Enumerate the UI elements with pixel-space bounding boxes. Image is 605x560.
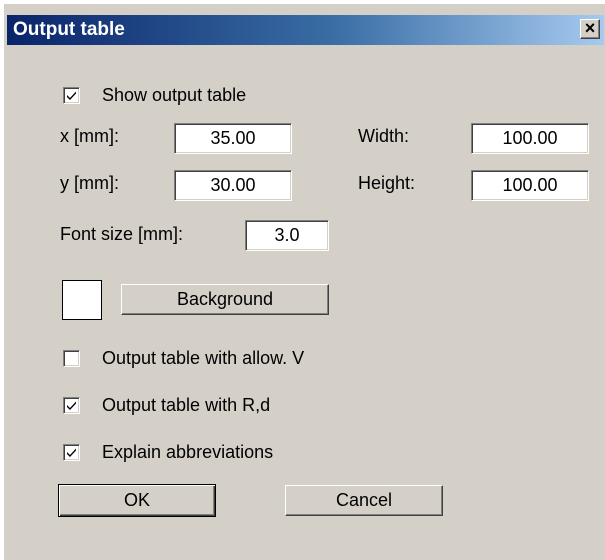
output-table-allow-v-checkbox[interactable] [63, 350, 80, 367]
font-size-label: Font size [mm]: [60, 224, 184, 244]
close-icon: × [584, 18, 596, 38]
height-input[interactable]: 100.00 [471, 170, 589, 201]
output-table-r-d-checkbox[interactable] [63, 397, 80, 414]
output-table-r-d-label: Output table with R,d [102, 395, 271, 415]
y-input[interactable]: 30.00 [174, 170, 292, 201]
width-input[interactable]: 100.00 [471, 123, 589, 154]
background-color-swatch[interactable] [62, 280, 102, 320]
height-label: Height: [358, 173, 416, 193]
show-output-table-label: Show output table [102, 85, 247, 105]
output-table-allow-v-label: Output table with allow. V [102, 348, 305, 368]
font-size-input[interactable]: 3.0 [245, 220, 329, 251]
dialog-title: Output table [13, 19, 125, 40]
checkmark-icon [67, 448, 76, 457]
x-label: x [mm]: [60, 126, 119, 146]
close-button[interactable]: × [580, 19, 600, 39]
checkmark-icon [67, 91, 76, 100]
title-bar[interactable]: Output table × [7, 15, 604, 45]
y-label: y [mm]: [60, 173, 119, 193]
output-table-dialog: Output table × Show output table x [mm]:… [4, 4, 605, 560]
show-output-table-checkbox[interactable] [63, 87, 80, 104]
cancel-button[interactable]: Cancel [285, 485, 443, 516]
ok-button[interactable]: OK [58, 484, 216, 517]
explain-abbreviations-checkbox[interactable] [63, 444, 80, 461]
checkmark-icon [67, 401, 76, 410]
explain-abbreviations-label: Explain abbreviations [102, 442, 274, 462]
x-input[interactable]: 35.00 [174, 123, 292, 154]
width-label: Width: [358, 126, 410, 146]
background-button[interactable]: Background [121, 284, 329, 315]
